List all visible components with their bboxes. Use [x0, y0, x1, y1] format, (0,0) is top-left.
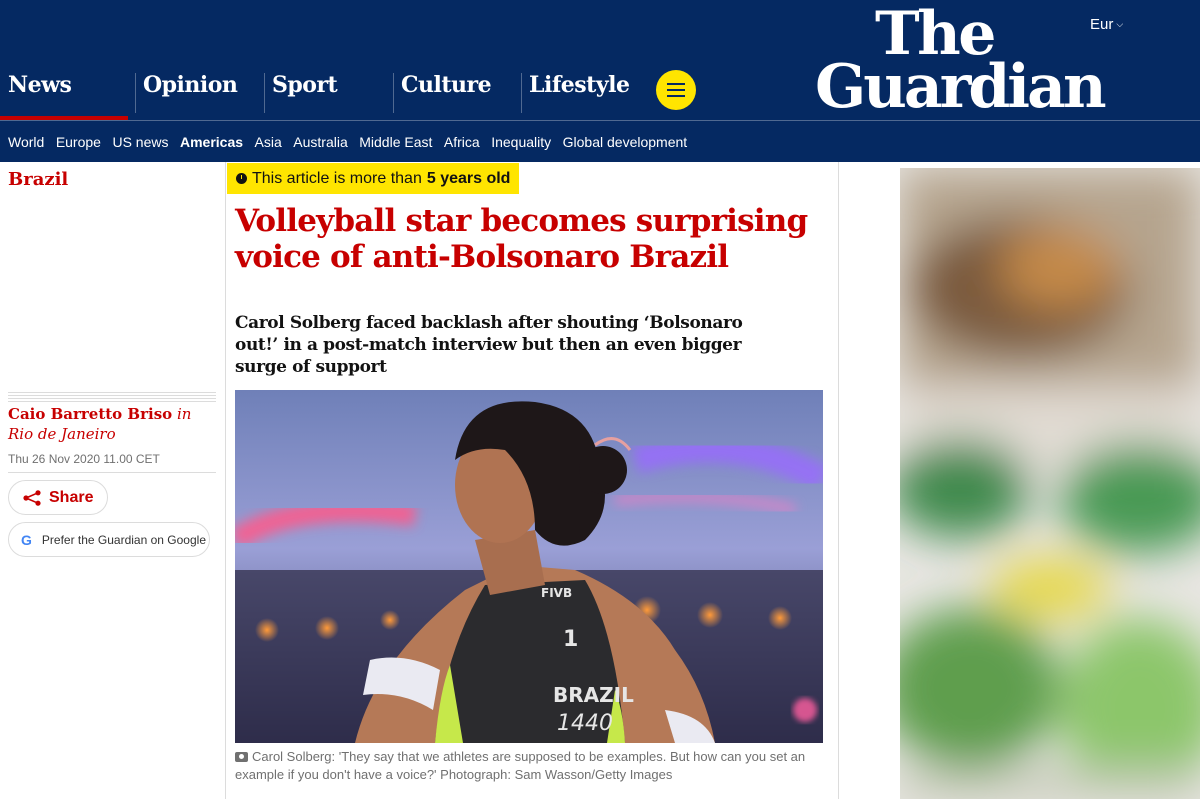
- pillar-label: Culture: [401, 72, 492, 98]
- hamburger-line: [667, 83, 685, 85]
- author-name[interactable]: Caio Barretto Briso: [8, 405, 172, 423]
- section-label[interactable]: Brazil: [8, 169, 68, 190]
- subnav: World Europe US news Americas Asia Austr…: [0, 121, 699, 162]
- age-value: 5 years old: [426, 169, 511, 187]
- subnav-global-development[interactable]: Global development: [563, 134, 688, 150]
- subnav-americas[interactable]: Americas: [180, 134, 243, 150]
- main-photo[interactable]: FIVB 1 BRAZIL 1440: [235, 390, 823, 743]
- guardian-logo[interactable]: The Guardian: [815, 4, 1135, 122]
- jersey-brand: FIVB: [541, 586, 572, 600]
- column-divider-right: [838, 162, 839, 799]
- column-divider-left: [225, 162, 226, 799]
- subnav-world[interactable]: World: [8, 134, 44, 150]
- hamburger-line: [667, 89, 685, 91]
- subnav-middle-east[interactable]: Middle East: [359, 134, 432, 150]
- advertisement-slot[interactable]: [900, 168, 1200, 799]
- pillar-label: News: [8, 72, 72, 98]
- logo-line-2: Guardian: [815, 52, 1107, 122]
- jersey-country: BRAZIL: [553, 683, 634, 707]
- jersey-team: 1440: [557, 711, 613, 736]
- share-button[interactable]: Share: [8, 480, 108, 515]
- pillar-label: Opinion: [143, 72, 238, 98]
- pillar-divider: [521, 73, 522, 113]
- subnav-australia[interactable]: Australia: [293, 134, 347, 150]
- share-label: Share: [49, 488, 94, 506]
- photo-volleyball-player: FIVB 1 BRAZIL 1440: [235, 390, 823, 743]
- meta-divider-lines: [8, 392, 216, 402]
- meta-rule: [8, 472, 216, 473]
- photo-caption: Carol Solberg: 'They say that we athlete…: [235, 748, 825, 784]
- pillar-divider: [393, 73, 394, 113]
- pillar-divider: [264, 73, 265, 113]
- pillar-divider: [135, 73, 136, 113]
- clock-icon: [236, 173, 247, 184]
- caption-text: Carol Solberg: 'They say that we athlete…: [235, 749, 806, 782]
- prefer-on-google-button[interactable]: G Prefer the Guardian on Google: [8, 522, 210, 557]
- article-age-badge: This article is more than 5 years old: [227, 163, 520, 194]
- age-prefix: This article is more than: [252, 169, 422, 187]
- pillar-label: Sport: [272, 72, 338, 98]
- pillar-nav: News Opinion Sport Culture Lifestyle: [0, 60, 649, 120]
- subnav-europe[interactable]: Europe: [56, 134, 101, 150]
- share-icon: [23, 489, 41, 506]
- subnav-us-news[interactable]: US news: [112, 134, 168, 150]
- masthead: Eur ⌵ The Guardian News Opinion Sport Cul…: [0, 0, 1200, 162]
- hamburger-line: [667, 95, 685, 97]
- byline: Caio Barretto Briso in Rio de Janeiro: [8, 404, 216, 444]
- pillar-opinion[interactable]: Opinion: [135, 60, 264, 120]
- subnav-africa[interactable]: Africa: [444, 134, 480, 150]
- blurred-ad-image: [900, 168, 1200, 799]
- google-g-icon: G: [21, 531, 32, 548]
- pillar-label: Lifestyle: [529, 72, 630, 98]
- pillar-news[interactable]: News: [0, 60, 135, 120]
- pillar-culture[interactable]: Culture: [393, 60, 521, 120]
- camera-icon: [235, 752, 248, 762]
- pillar-lifestyle[interactable]: Lifestyle: [521, 60, 649, 120]
- jersey-number: 1: [563, 627, 578, 652]
- prefer-on-google-label: Prefer the Guardian on Google: [41, 532, 206, 547]
- hamburger-icon[interactable]: [656, 70, 696, 110]
- standfirst: Carol Solberg faced backlash after shout…: [235, 313, 743, 377]
- subnav-inequality[interactable]: Inequality: [491, 134, 551, 150]
- publish-date: Thu 26 Nov 2020 11.00 CET: [8, 452, 160, 466]
- pillar-sport[interactable]: Sport: [264, 60, 393, 120]
- subnav-asia[interactable]: Asia: [255, 134, 282, 150]
- headline: Volleyball star becomes surprising voice…: [235, 203, 808, 275]
